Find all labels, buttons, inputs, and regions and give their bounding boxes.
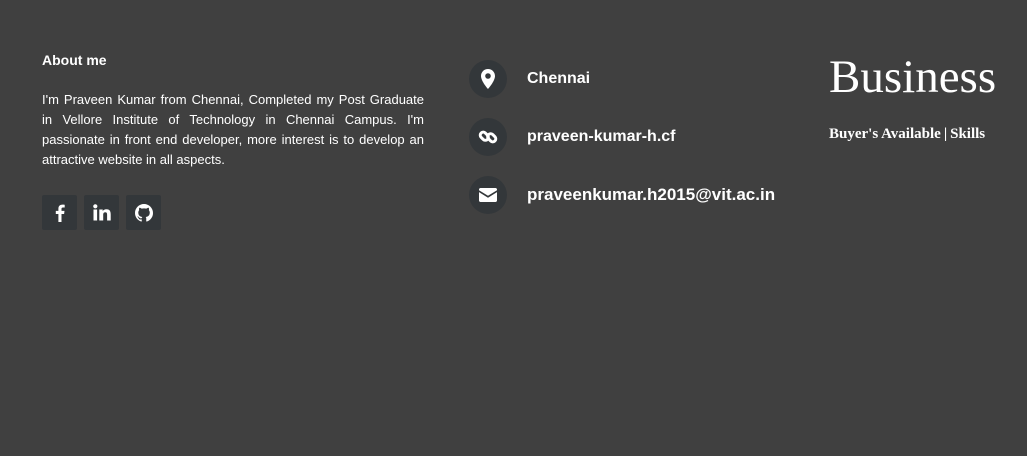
location-text: Chennai [527, 70, 591, 87]
business-title: Business [829, 51, 997, 103]
contact-section: Chennai praveen-kumar-h.cf praveenkumar.… [469, 60, 775, 234]
link-icon [469, 118, 507, 156]
github-button[interactable] [126, 195, 161, 230]
contact-email: praveenkumar.h2015@vit.ac.in [469, 176, 775, 214]
about-text: I'm Praveen Kumar from Chennai, Complete… [42, 92, 424, 167]
about-section: About me I'm Praveen Kumar from Chennai,… [42, 52, 424, 170]
buyers-available-text: Buyer's Available [829, 126, 941, 142]
email-link[interactable]: praveenkumar.h2015@vit.ac.in [527, 185, 775, 205]
business-section: Business Buyer's Available | Skills [829, 50, 1019, 143]
contact-website: praveen-kumar-h.cf [469, 118, 775, 156]
linkedin-icon [92, 204, 111, 221]
envelope-icon [469, 176, 507, 214]
social-links [42, 195, 161, 230]
contact-location: Chennai [469, 60, 775, 98]
skills-text: Skills [950, 126, 986, 142]
about-title: About me [42, 52, 107, 68]
map-marker-icon [469, 60, 507, 98]
business-subtitle: Buyer's Available | Skills [829, 126, 1019, 143]
linkedin-button[interactable] [84, 195, 119, 230]
facebook-button[interactable] [42, 195, 77, 230]
facebook-icon [55, 204, 65, 222]
github-icon [134, 203, 153, 222]
website-link[interactable]: praveen-kumar-h.cf [527, 128, 676, 146]
separator: | [943, 126, 948, 142]
